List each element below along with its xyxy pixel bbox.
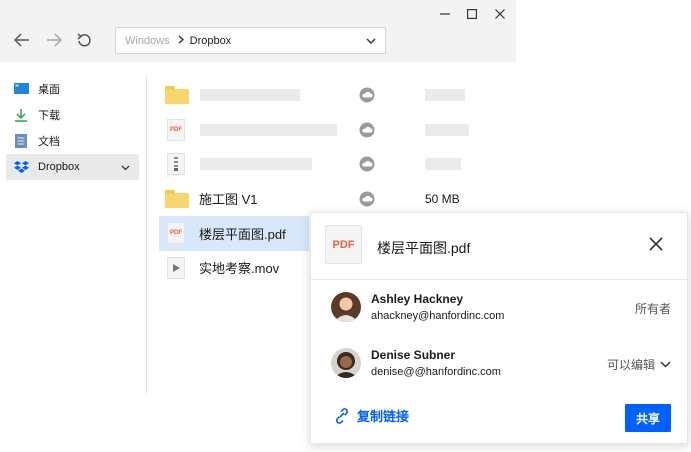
- breadcrumb-root[interactable]: Windows: [125, 35, 170, 47]
- file-size-placeholder: [425, 89, 465, 102]
- cloud-sync-icon: [359, 122, 375, 138]
- address-bar[interactable]: Windows Dropbox: [115, 27, 386, 54]
- file-row[interactable]: [159, 78, 509, 113]
- close-panel-button[interactable]: [649, 237, 665, 253]
- member-row: Ashley Hackney ahackney@hanfordinc.com 所…: [331, 292, 671, 328]
- zip-file-icon: [165, 153, 187, 175]
- role-label: 所有者: [634, 302, 671, 316]
- share-button[interactable]: 共享: [625, 404, 671, 432]
- desktop-icon: [13, 81, 29, 97]
- close-icon: [649, 237, 663, 251]
- avatar: [331, 292, 361, 322]
- forward-button[interactable]: [42, 28, 66, 52]
- member-name: Ashley Hackney: [371, 292, 464, 306]
- file-row[interactable]: 施工图 V1 50 MB: [159, 182, 509, 217]
- pdf-file-icon: PDF: [165, 222, 187, 244]
- member-name: Denise Subner: [371, 348, 456, 362]
- member-email: denise@@hanfordinc.com: [371, 366, 501, 378]
- avatar: [331, 348, 361, 378]
- pdf-file-icon: PDF: [325, 225, 362, 264]
- file-name: 施工图 V1: [199, 192, 258, 208]
- minimize-button[interactable]: [434, 4, 456, 24]
- video-file-icon: [165, 256, 187, 279]
- maximize-icon: [467, 9, 477, 19]
- arrow-left-icon: [14, 33, 29, 47]
- sidebar: 桌面 下载 文档 Dropbox: [6, 76, 139, 180]
- sidebar-divider: [146, 76, 147, 394]
- refresh-button[interactable]: [72, 28, 96, 52]
- back-button[interactable]: [10, 28, 34, 52]
- file-size-placeholder: [425, 158, 461, 171]
- sidebar-item-label: 桌面: [38, 84, 60, 96]
- file-name: 实地考察.mov: [199, 261, 280, 277]
- sidebar-item-desktop[interactable]: 桌面: [6, 76, 139, 102]
- member-email: ahackney@hanfordinc.com: [371, 310, 505, 322]
- folder-icon: [165, 84, 189, 106]
- chevron-down-icon: [660, 361, 671, 368]
- share-panel-header: PDF 楼层平面图.pdf: [311, 213, 687, 280]
- file-row[interactable]: PDF: [159, 113, 509, 148]
- sidebar-item-label: Dropbox: [38, 161, 80, 173]
- maximize-button[interactable]: [461, 4, 483, 24]
- sidebar-item-downloads[interactable]: 下载: [6, 102, 139, 128]
- cloud-sync-icon: [359, 191, 375, 207]
- cloud-sync-icon: [359, 156, 375, 172]
- download-icon: [13, 107, 29, 123]
- folder-icon: [165, 188, 189, 210]
- member-role: 所有者: [635, 300, 671, 317]
- refresh-icon: [77, 33, 91, 47]
- permission-dropdown[interactable]: 可以编辑: [607, 356, 671, 373]
- member-row: Denise Subner denise@@hanfordinc.com 可以编…: [331, 348, 671, 384]
- file-row-selected[interactable]: PDF 楼层平面图.pdf: [159, 216, 309, 251]
- copy-link-button[interactable]: 复制链接: [335, 406, 409, 425]
- share-panel: PDF 楼层平面图.pdf Ashley Hackney ahackney@ha…: [310, 212, 688, 444]
- pdf-file-icon: PDF: [165, 118, 187, 141]
- close-window-button[interactable]: [489, 4, 511, 24]
- file-row[interactable]: [159, 147, 509, 182]
- file-name-placeholder: [200, 158, 312, 171]
- file-name: 楼层平面图.pdf: [199, 226, 286, 242]
- breadcrumb-separator-icon: [178, 34, 184, 47]
- minimize-icon: [440, 13, 450, 15]
- file-size-placeholder: [425, 123, 469, 136]
- dropbox-icon: [13, 159, 29, 175]
- link-icon: [335, 407, 349, 424]
- document-icon: [13, 133, 29, 149]
- breadcrumb-current[interactable]: Dropbox: [190, 35, 232, 47]
- file-name-placeholder: [200, 123, 337, 136]
- file-size: 50 MB: [425, 191, 460, 206]
- chevron-down-icon[interactable]: [121, 162, 130, 174]
- file-name-placeholder: [200, 89, 300, 102]
- sidebar-item-label: 文档: [38, 136, 60, 148]
- arrow-right-icon: [47, 33, 62, 47]
- share-file-name: 楼层平面图.pdf: [377, 240, 471, 256]
- role-label: 可以编辑: [606, 358, 655, 372]
- cloud-sync-icon: [359, 87, 375, 103]
- copy-link-label: 复制链接: [357, 409, 410, 424]
- close-icon: [495, 9, 505, 19]
- chevron-down-icon[interactable]: [366, 36, 376, 48]
- sidebar-item-label: 下载: [38, 110, 60, 122]
- sidebar-item-dropbox[interactable]: Dropbox: [6, 154, 139, 180]
- sidebar-item-documents[interactable]: 文档: [6, 128, 139, 154]
